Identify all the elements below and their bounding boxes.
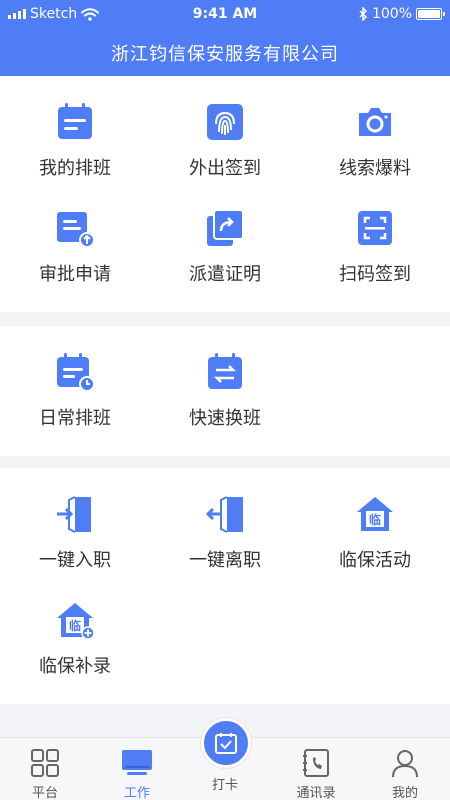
grid-item-label: 线索爆料 bbox=[339, 158, 411, 179]
section-scheduling: 日常排班 快速换班 bbox=[0, 326, 450, 456]
page-title: 浙江钧信保安服务有限公司 bbox=[111, 44, 339, 65]
house-icon: 临 bbox=[357, 497, 393, 531]
grid-item-scan-checkin[interactable]: 扫码签到 bbox=[300, 208, 450, 286]
house-badge-text: 临 bbox=[369, 512, 381, 527]
grid-item-my-schedule[interactable]: 我的排班 bbox=[0, 102, 150, 180]
tab-mine[interactable]: 我的 bbox=[360, 738, 450, 800]
tab-work[interactable]: 工作 bbox=[92, 738, 182, 800]
grid-item-label: 审批申请 bbox=[39, 264, 111, 285]
checkin-fab-button[interactable] bbox=[201, 718, 251, 768]
grid-icon bbox=[31, 749, 59, 777]
upload-doc-icon bbox=[57, 212, 95, 248]
scan-icon bbox=[358, 211, 392, 245]
battery-icon bbox=[416, 8, 445, 20]
door-exit-icon bbox=[205, 496, 243, 533]
grid-item-dispatch-proof[interactable]: 派遣证明 bbox=[150, 208, 300, 286]
grid-item-label: 日常排班 bbox=[39, 408, 111, 429]
tab-label: 我的 bbox=[391, 786, 418, 800]
grid-item-label: 一键入职 bbox=[39, 550, 111, 571]
house-plus-icon: 临 bbox=[57, 603, 95, 640]
grid-item-temp-security-activity[interactable]: 临 临保活动 bbox=[300, 494, 450, 572]
camera-icon bbox=[359, 108, 391, 136]
fingerprint-icon bbox=[207, 104, 243, 140]
tab-contacts[interactable]: 通讯录 bbox=[271, 738, 361, 800]
share-doc-icon bbox=[207, 209, 244, 246]
status-bar: Sketch 9:41 AM 100% bbox=[0, 0, 450, 28]
grid-item-label: 临保活动 bbox=[339, 550, 411, 571]
tab-label: 平台 bbox=[31, 786, 58, 800]
grid-item-label: 快速换班 bbox=[189, 408, 261, 429]
calendar-clock-icon bbox=[57, 353, 95, 392]
app-header: Sketch 9:41 AM 100% 浙江钧信保安服务有限公司 bbox=[0, 0, 450, 76]
phonebook-icon bbox=[303, 749, 329, 777]
grid-item-label: 外出签到 bbox=[189, 158, 261, 179]
section-main-functions: 我的排班 外出签到 线索爆料 审批申请 派遣证明 扫码签到 bbox=[0, 76, 450, 312]
section-personnel: 一键入职 一键离职 临 临保活动 临 临保补录 bbox=[0, 468, 450, 704]
grid-item-outing-checkin[interactable]: 外出签到 bbox=[150, 102, 300, 180]
grid-item-label: 临保补录 bbox=[39, 656, 111, 677]
grid-item-label: 派遣证明 bbox=[189, 264, 261, 285]
grid-item-one-click-resign[interactable]: 一键离职 bbox=[150, 494, 300, 572]
house-badge-text: 临 bbox=[69, 618, 81, 633]
grid-item-label: 我的排班 bbox=[39, 158, 111, 179]
grid-item-temp-security-supplement[interactable]: 临 临保补录 bbox=[0, 600, 150, 678]
tab-label: 打卡 bbox=[211, 778, 238, 793]
grid-item-quick-shift-swap[interactable]: 快速换班 bbox=[150, 352, 300, 430]
grid-item-daily-schedule[interactable]: 日常排班 bbox=[0, 352, 150, 430]
tab-label: 通讯录 bbox=[296, 786, 336, 800]
grid-item-approval-request[interactable]: 审批申请 bbox=[0, 208, 150, 286]
grid-item-clue-report[interactable]: 线索爆料 bbox=[300, 102, 450, 180]
grid-item-label: 扫码签到 bbox=[339, 264, 411, 285]
monitor-icon bbox=[122, 750, 152, 775]
grid-item-one-click-onboard[interactable]: 一键入职 bbox=[0, 494, 150, 572]
schedule-icon bbox=[58, 103, 92, 139]
bluetooth-icon bbox=[359, 7, 368, 21]
battery-percent: 100% bbox=[371, 6, 412, 22]
status-right: 100% bbox=[359, 6, 445, 22]
swap-calendar-icon bbox=[208, 353, 242, 389]
door-enter-icon bbox=[57, 496, 91, 533]
user-icon bbox=[392, 750, 418, 778]
checkin-icon bbox=[215, 733, 237, 754]
tab-platform[interactable]: 平台 bbox=[0, 738, 90, 800]
grid-item-label: 一键离职 bbox=[189, 550, 261, 571]
tab-label: 工作 bbox=[123, 786, 150, 800]
